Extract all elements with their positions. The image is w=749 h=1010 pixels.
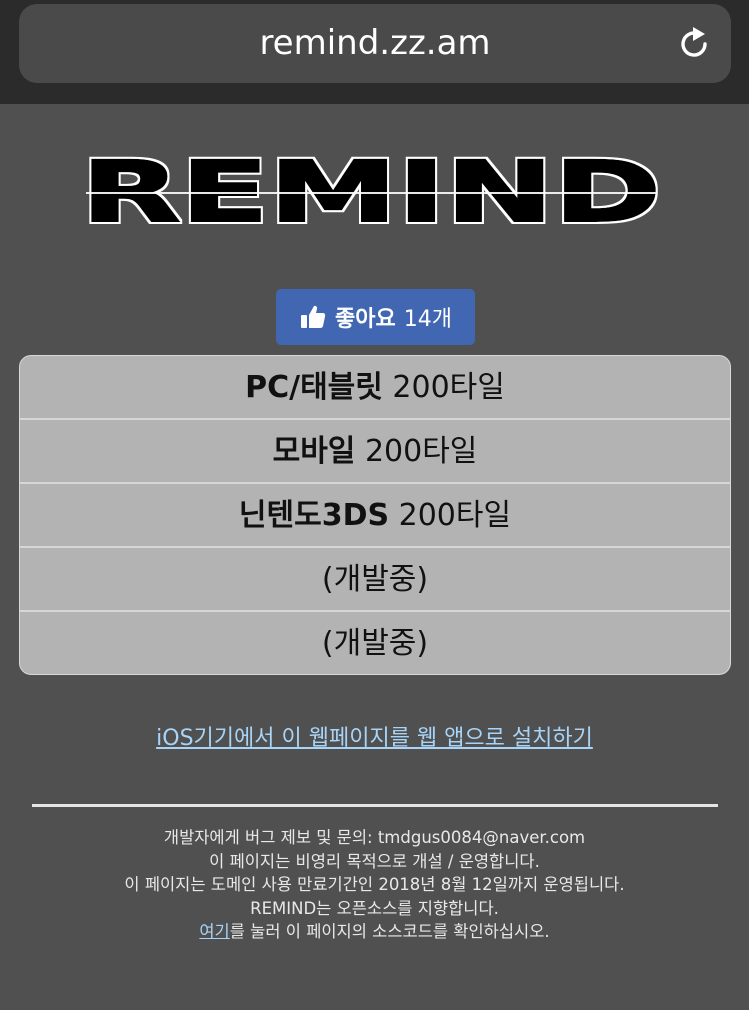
ios-install-link[interactable]: iOS기기에서 이 웹페이지를 웹 앱으로 설치하기 <box>0 720 749 752</box>
footer: 개발자에게 버그 제보 및 문의: tmdgus0084@naver.com 이… <box>0 826 749 944</box>
menu-item-mobile[interactable]: 모바일 200타일 <box>20 420 730 484</box>
browser-top-bar: remind.zz.am <box>0 0 749 104</box>
menu-item-in-development-1[interactable]: (개발중) <box>20 548 730 612</box>
footer-nonprofit: 이 페이지는 비영리 목적으로 개설 / 운영합니다. <box>209 851 540 871</box>
tile-mode-menu: PC/태블릿 200타일 모바일 200타일 닌텐도3DS 200타일 (개발중… <box>19 355 731 675</box>
facebook-like-button[interactable]: 좋아요 14개 <box>276 289 475 345</box>
footer-source-text: 를 눌러 이 페이지의 소스코드를 확인하십시오. <box>229 922 550 941</box>
menu-item-pc-tablet[interactable]: PC/태블릿 200타일 <box>20 356 730 420</box>
remind-logo: REMIND <box>80 155 662 231</box>
menu-item-in-development-2[interactable]: (개발중) <box>20 612 730 674</box>
footer-opensource: REMIND는 오픈소스를 지향합니다. <box>250 898 499 918</box>
footer-divider <box>32 804 718 807</box>
address-bar[interactable]: remind.zz.am <box>19 4 731 83</box>
source-code-link[interactable]: 여기 <box>199 922 229 941</box>
reload-icon[interactable] <box>675 25 713 63</box>
url-text[interactable]: remind.zz.am <box>19 4 731 83</box>
menu-item-nintendo-3ds[interactable]: 닌텐도3DS 200타일 <box>20 484 730 548</box>
like-count: 14개 <box>403 307 452 332</box>
like-label: 좋아요 <box>335 307 396 332</box>
thumbs-up-icon <box>301 305 326 328</box>
footer-expiry: 이 페이지는 도메인 사용 만료기간인 2018년 8월 12일까지 운영됩니다… <box>124 875 625 894</box>
footer-source-line: 여기를 눌러 이 페이지의 소스코드를 확인하십시오. <box>0 920 749 944</box>
footer-contact: 개발자에게 버그 제보 및 문의: tmdgus0084@naver.com <box>163 828 586 847</box>
